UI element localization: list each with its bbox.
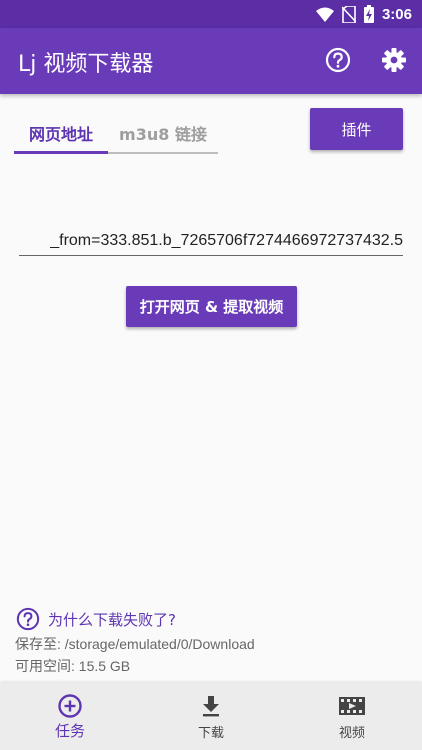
add-circle-icon <box>58 694 82 718</box>
download-failed-help-link[interactable]: 为什么下载失败了? <box>16 606 176 632</box>
help-icon <box>325 47 351 73</box>
settings-button[interactable] <box>378 44 410 76</box>
nav-download-label: 下载 <box>197 726 224 741</box>
plugin-button[interactable]: 插件 <box>310 108 403 150</box>
save-path: 保存至: /storage/emulated/0/Download <box>15 636 255 652</box>
nav-tasks-label: 任务 <box>54 722 85 740</box>
gear-icon <box>382 48 406 72</box>
tab-indicator <box>14 151 108 154</box>
tab-web-address[interactable]: 网页地址 <box>14 112 108 154</box>
nav-videos[interactable]: 视频 <box>282 683 422 750</box>
app-bar: Lj 视频下载器 <box>0 28 422 94</box>
help-icon <box>16 607 40 631</box>
help-button[interactable] <box>322 44 354 76</box>
open-and-extract-button[interactable]: 打开网页 & 提取视频 <box>126 286 297 327</box>
tab-m3u8-link[interactable]: m3u8 链接 <box>108 112 218 154</box>
status-icons: 3:06 <box>315 4 412 24</box>
app-title: Lj 视频下载器 <box>18 52 154 77</box>
nav-download[interactable]: 下载 <box>141 683 281 750</box>
video-icon <box>339 697 365 715</box>
status-time: 3:06 <box>381 5 412 23</box>
bottom-navigation: 任务 下载 视频 <box>0 683 422 750</box>
battery-charging-icon <box>363 5 374 23</box>
nav-videos-label: 视频 <box>338 726 365 741</box>
tab-divider <box>108 152 218 154</box>
url-input[interactable]: _from=333.851.b_7265706f7274466972737432… <box>19 228 403 256</box>
wifi-icon <box>315 7 334 22</box>
download-failed-help-text: 为什么下载失败了? <box>48 610 176 629</box>
nav-tasks[interactable]: 任务 <box>0 683 140 750</box>
no-sim-icon <box>341 5 356 23</box>
download-icon <box>203 696 219 717</box>
status-bar: 3:06 <box>0 0 422 28</box>
free-space: 可用空间: 15.5 GB <box>15 658 131 674</box>
